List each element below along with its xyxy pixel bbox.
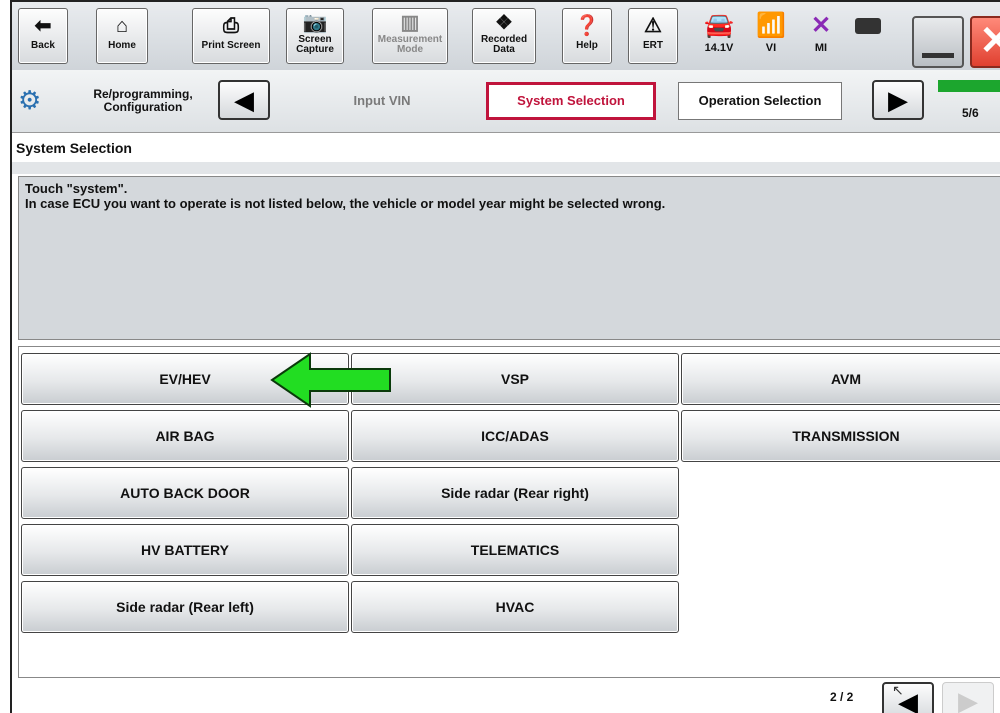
ert-button[interactable]: ⚠ ERT <box>628 8 678 64</box>
system-button-vsp[interactable]: VSP <box>351 353 679 405</box>
meter-icon: ▥ <box>400 12 420 34</box>
crumb-operation-selection[interactable]: Operation Selection <box>678 82 842 120</box>
page-prev-button[interactable]: ◀ <box>882 682 934 713</box>
instruction-line-1: Touch "system". <box>25 181 128 196</box>
back-arrow-icon: ⬅ <box>34 15 52 37</box>
recorded-data-button[interactable]: ❖ Recorded Data <box>472 8 536 64</box>
crumb-system-selection[interactable]: System Selection <box>486 82 656 120</box>
page-indicator: 2 / 2 <box>830 690 854 704</box>
step-counter: 5/6 <box>962 106 979 120</box>
back-button[interactable]: ⬅ Back <box>18 8 68 64</box>
crumb-input-vin[interactable]: Input VIN <box>282 82 482 120</box>
minimize-button[interactable] <box>912 16 964 68</box>
vi-indicator: 📶 VI <box>751 6 791 66</box>
system-button-avm[interactable]: AVM <box>681 353 1000 405</box>
page-title: System Selection <box>12 134 1000 162</box>
system-button-air-bag[interactable]: AIR BAG <box>21 410 349 462</box>
print-screen-button[interactable]: ⎙ Print Screen <box>192 8 270 64</box>
system-button-auto-back-door[interactable]: AUTO BACK DOOR <box>21 467 349 519</box>
measurement-mode-button[interactable]: ▥ Measurement Mode <box>372 8 448 64</box>
nav-next-button[interactable]: ▶ <box>872 80 924 120</box>
reprogramming-icon: ⚙ <box>18 85 42 115</box>
signal-icon: 📶 <box>756 12 786 39</box>
close-button[interactable]: ✕ <box>970 16 1000 68</box>
home-icon: ⌂ <box>115 15 129 37</box>
home-button[interactable]: ⌂ Home <box>96 8 148 64</box>
arrow-left-icon: ◀ <box>234 85 254 115</box>
battery-voltage-indicator: 🚘 14.1V <box>697 6 741 66</box>
navigation-bar: ⚙ Re/programming, Configuration ◀ Input … <box>12 70 1000 133</box>
mouse-cursor-icon: ↖ <box>892 682 904 698</box>
mode-title: Re/programming, Configuration <box>93 87 193 114</box>
toolbar: ⬅ Back ⌂ Home ⎙ Print Screen 📷 Screen Ca… <box>12 2 1000 71</box>
system-button-transmission[interactable]: TRANSMISSION <box>681 410 1000 462</box>
mi-indicator: ✕ MI <box>801 6 841 66</box>
help-icon: ❓ <box>574 15 600 37</box>
car-icon: 🚘 <box>704 12 734 39</box>
arrow-right-icon: ▶ <box>958 686 978 713</box>
warning-icon: ⚠ <box>644 15 662 37</box>
system-button-telematics[interactable]: TELEMATICS <box>351 524 679 576</box>
green-arrow-icon <box>270 352 391 408</box>
page-next-button[interactable]: ▶ <box>942 682 994 713</box>
system-grid: EV/HEV VSP AVM AIR BAG ICC/ADAS TRANSMIS… <box>18 346 1000 678</box>
system-button-side-radar-rear-right[interactable]: Side radar (Rear right) <box>351 467 679 519</box>
app-window: ⬅ Back ⌂ Home ⎙ Print Screen 📷 Screen Ca… <box>10 0 1000 713</box>
system-button-hv-battery[interactable]: HV BATTERY <box>21 524 349 576</box>
close-icon: ✕ <box>979 19 1000 63</box>
arrow-right-icon: ▶ <box>888 85 908 115</box>
system-button-icc-adas[interactable]: ICC/ADAS <box>351 410 679 462</box>
divider <box>12 162 1000 174</box>
camera-icon: 📷 <box>302 12 328 34</box>
help-button[interactable]: ❓ Help <box>562 8 612 64</box>
status-indicators: 🚘 14.1V 📶 VI ✕ MI <box>697 6 897 66</box>
printer-icon: ⎙ <box>223 15 239 37</box>
recorded-data-icon: ❖ <box>495 12 513 34</box>
screen-capture-button[interactable]: 📷 Screen Capture <box>286 8 344 64</box>
nav-prev-button[interactable]: ◀ <box>218 80 270 120</box>
disconnected-icon: ✕ <box>810 12 832 39</box>
step-progress-bar <box>938 80 1000 92</box>
battery-icon <box>855 18 881 34</box>
instruction-line-2: In case ECU you want to operate is not l… <box>25 196 666 211</box>
instruction-box: Touch "system". In case ECU you want to … <box>18 176 1000 340</box>
system-button-side-radar-rear-left[interactable]: Side radar (Rear left) <box>21 581 349 633</box>
system-button-hvac[interactable]: HVAC <box>351 581 679 633</box>
